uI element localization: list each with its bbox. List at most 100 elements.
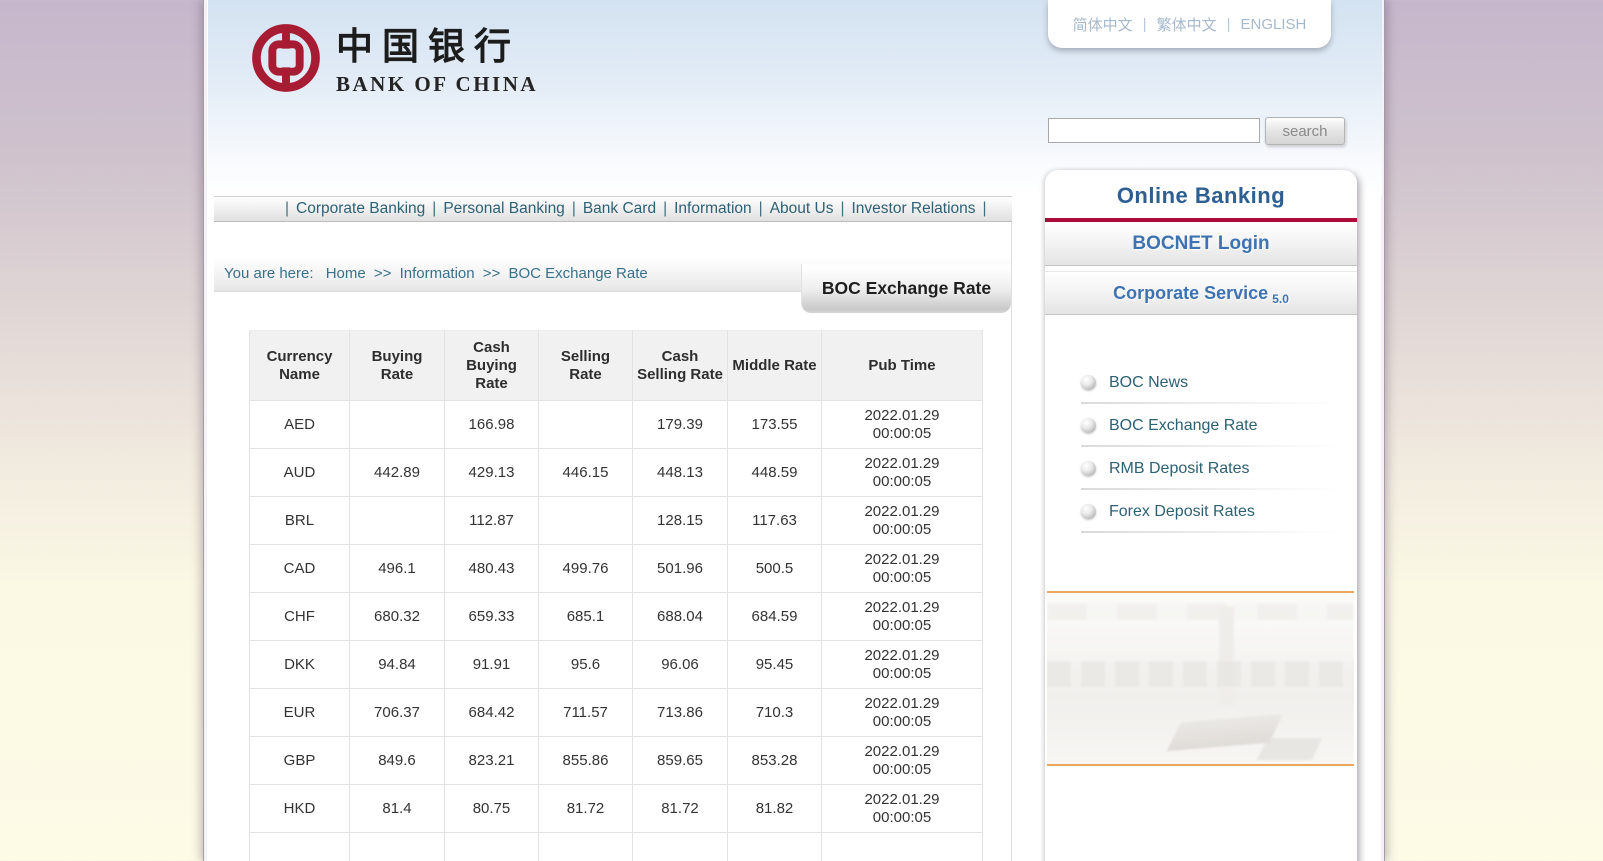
- currency-cell: HKD: [250, 785, 350, 833]
- cash_buying-cell: 429.13: [445, 449, 539, 497]
- sidebar-item-boc-exchange-rate[interactable]: BOC Exchange Rate: [1081, 404, 1357, 447]
- corporate-service-button[interactable]: Corporate Service 5.0: [1045, 271, 1357, 315]
- content-column: You are here: Home >> Information >> BOC…: [214, 222, 1012, 861]
- cash_buying-cell: 823.21: [445, 737, 539, 785]
- middle-cell: 448.59: [728, 449, 822, 497]
- separator: |: [983, 200, 987, 218]
- currency-cell: AED: [250, 401, 350, 449]
- pub-time-cell: 2022.01.2900:00:05: [822, 449, 983, 497]
- search-area: search: [1048, 117, 1364, 146]
- middle-cell: 117.63: [728, 497, 822, 545]
- breadcrumb-link[interactable]: BOC Exchange Rate: [508, 265, 647, 282]
- breadcrumb-separator: >>: [370, 265, 396, 282]
- table-row: AUD442.89429.13446.15448.13448.592022.01…: [250, 449, 983, 497]
- page-header: 中国银行 BANK OF CHINA 简体中文 | 繁体中文 | ENGLISH sea…: [208, 0, 1382, 196]
- table-row: GBP849.6823.21855.86859.65853.282022.01.…: [250, 737, 983, 785]
- cash_buying-cell: 684.42: [445, 689, 539, 737]
- middle-cell: 95.45: [728, 641, 822, 689]
- table-row: [250, 833, 983, 861]
- column-header: Middle Rate: [728, 331, 822, 401]
- separator: |: [285, 200, 289, 218]
- selling-cell: [539, 497, 633, 545]
- column-header: Cash Selling Rate: [633, 331, 728, 401]
- pub-time-cell: 2022.01.2900:00:05: [822, 737, 983, 785]
- online-banking-title: Online Banking: [1045, 183, 1357, 209]
- nav-item-investor-relations[interactable]: Investor Relations: [851, 200, 975, 218]
- bank-of-china-logo[interactable]: 中国银行 BANK OF CHINA: [250, 22, 538, 97]
- table-row: AED166.98179.39173.552022.01.2900:00:05: [250, 401, 983, 449]
- cash_selling-cell: 713.86: [633, 689, 728, 737]
- photo-ceiling: [1047, 603, 1354, 620]
- buying-cell: 442.89: [350, 449, 445, 497]
- sidebar-item-boc-news[interactable]: BOC News: [1081, 361, 1357, 404]
- middle-cell: 710.3: [728, 689, 822, 737]
- buying-cell: 81.4: [350, 785, 445, 833]
- cash_selling-cell: 128.15: [633, 497, 728, 545]
- breadcrumb-prefix: You are here:: [224, 265, 314, 282]
- sidebar-item-label: BOC News: [1109, 374, 1188, 392]
- search-input[interactable]: [1048, 118, 1260, 143]
- sidebar-item-label: RMB Deposit Rates: [1109, 460, 1250, 478]
- middle-cell: 500.5: [728, 545, 822, 593]
- nav-item-personal-banking[interactable]: Personal Banking: [443, 200, 565, 218]
- breadcrumb-band: You are here: Home >> Information >> BOC…: [214, 243, 1011, 292]
- breadcrumb-link[interactable]: Home: [326, 265, 366, 282]
- selling-cell: 446.15: [539, 449, 633, 497]
- currency-cell: CHF: [250, 593, 350, 641]
- buying-cell: 94.84: [350, 641, 445, 689]
- nav-item-information[interactable]: Information: [674, 200, 752, 218]
- sidebar-item-rmb-deposit-rates[interactable]: RMB Deposit Rates: [1081, 447, 1357, 490]
- pub-time-cell: 2022.01.2900:00:05: [822, 545, 983, 593]
- nav-item-bank-card[interactable]: Bank Card: [583, 200, 656, 218]
- bullet-icon: [1081, 418, 1096, 433]
- breadcrumb-link[interactable]: Information: [400, 265, 475, 282]
- cash_selling-cell: 81.72: [633, 785, 728, 833]
- nav-item-about-us[interactable]: About Us: [770, 200, 834, 218]
- column-header: Pub Time: [822, 331, 983, 401]
- photo-pillar: [1219, 607, 1234, 706]
- separator: |: [1227, 16, 1231, 33]
- separator: |: [759, 200, 763, 218]
- table-row: CAD496.1480.43499.76501.96500.52022.01.2…: [250, 545, 983, 593]
- selling-cell: 711.57: [539, 689, 633, 737]
- language-switcher: 简体中文 | 繁体中文 | ENGLISH: [1048, 0, 1331, 48]
- nav-item-corporate-banking[interactable]: Corporate Banking: [296, 200, 425, 218]
- cash_buying-cell: 112.87: [445, 497, 539, 545]
- separator: |: [1143, 16, 1147, 33]
- middle-cell: 684.59: [728, 593, 822, 641]
- exchange-rate-table: Currency NameBuying RateCash Buying Rate…: [249, 330, 983, 861]
- sidebar-item-forex-deposit-rates[interactable]: Forex Deposit Rates: [1081, 490, 1357, 533]
- page-container: 中国银行 BANK OF CHINA 简体中文 | 繁体中文 | ENGLISH sea…: [203, 0, 1385, 861]
- sidebar-item-label: Forex Deposit Rates: [1109, 503, 1255, 521]
- buying-cell: 706.37: [350, 689, 445, 737]
- buying-cell: [350, 401, 445, 449]
- branch-photo: [1047, 591, 1354, 766]
- column-header: Cash Buying Rate: [445, 331, 539, 401]
- bullet-icon: [1081, 461, 1096, 476]
- middle-cell: 173.55: [728, 401, 822, 449]
- table-row: HKD81.480.7581.7281.7281.822022.01.2900:…: [250, 785, 983, 833]
- boc-emblem-icon: [250, 22, 322, 94]
- search-button[interactable]: search: [1265, 117, 1345, 145]
- cash_buying-cell: 80.75: [445, 785, 539, 833]
- breadcrumb-separator: >>: [479, 265, 505, 282]
- selling-cell: 685.1: [539, 593, 633, 641]
- currency-cell: AUD: [250, 449, 350, 497]
- bocnet-login-button[interactable]: BOCNET Login: [1045, 222, 1357, 266]
- language-link[interactable]: 简体中文: [1073, 14, 1133, 35]
- bullet-icon: [1081, 504, 1096, 519]
- pub-time-cell: 2022.01.2900:00:05: [822, 689, 983, 737]
- selling-cell: 81.72: [539, 785, 633, 833]
- middle-cell: 81.82: [728, 785, 822, 833]
- pub-time-cell: 2022.01.2900:00:05: [822, 593, 983, 641]
- selling-cell: 95.6: [539, 641, 633, 689]
- column-header: Currency Name: [250, 331, 350, 401]
- cash_selling-cell: 448.13: [633, 449, 728, 497]
- selling-cell: [539, 401, 633, 449]
- currency-cell: BRL: [250, 497, 350, 545]
- table-row: BRL112.87128.15117.632022.01.2900:00:05: [250, 497, 983, 545]
- language-link[interactable]: ENGLISH: [1240, 16, 1306, 33]
- language-link[interactable]: 繁体中文: [1157, 14, 1217, 35]
- middle-cell: 853.28: [728, 737, 822, 785]
- pub-time-cell: 2022.01.2900:00:05: [822, 641, 983, 689]
